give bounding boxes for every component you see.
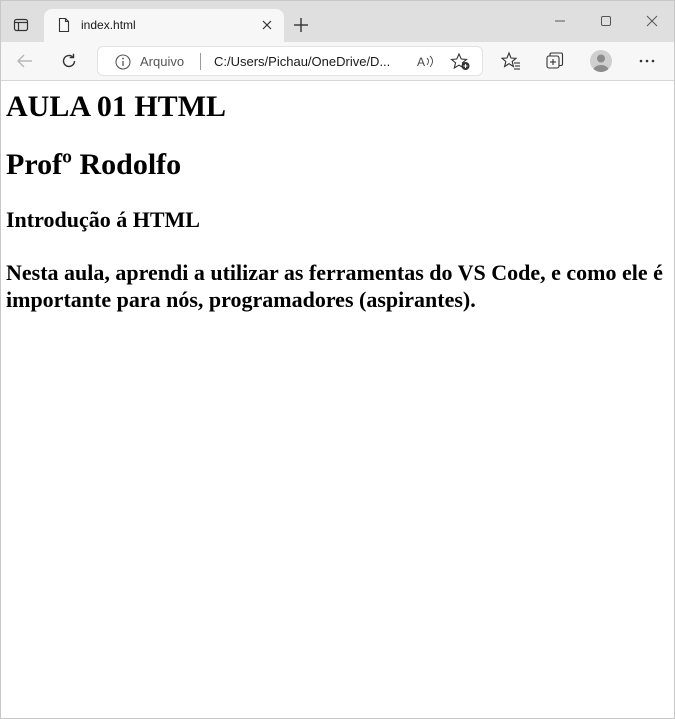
info-icon[interactable]	[114, 53, 132, 71]
profile-button[interactable]	[587, 47, 615, 75]
tab-actions-button[interactable]	[7, 11, 35, 39]
read-aloud-icon[interactable]: A	[414, 52, 436, 72]
profile-icon	[590, 50, 612, 72]
address-separator	[200, 53, 201, 70]
section-heading: Introdução á HTML	[6, 207, 200, 232]
plus-icon	[294, 18, 308, 32]
new-tab-button[interactable]	[288, 12, 314, 38]
collections-button[interactable]	[541, 47, 569, 75]
refresh-icon	[62, 53, 76, 68]
document-icon	[58, 17, 70, 33]
arrow-left-icon	[17, 54, 32, 68]
favorites-icon	[501, 51, 520, 70]
maximize-button[interactable]	[590, 7, 622, 35]
address-bar[interactable]: Arquivo C:/Users/Pichau/OneDrive/D... A	[97, 46, 483, 76]
page-subheading: Profº Rodolfo	[6, 148, 182, 181]
url-text[interactable]: C:/Users/Pichau/OneDrive/D...	[214, 54, 406, 69]
tab-strip: index.html	[1, 1, 674, 42]
close-tab-button[interactable]	[256, 14, 278, 36]
close-icon	[262, 20, 272, 30]
security-label[interactable]: Arquivo	[140, 54, 184, 69]
close-icon	[646, 15, 658, 27]
minimize-button[interactable]	[544, 7, 576, 35]
more-icon	[639, 59, 655, 63]
minimize-icon	[555, 20, 565, 22]
tab-title: index.html	[81, 18, 136, 32]
svg-text:A: A	[417, 55, 425, 69]
browser-window: index.html Arquivo C:/Users/Pichau/OneDr…	[0, 0, 675, 719]
close-window-button[interactable]	[636, 7, 668, 35]
toolbar: Arquivo C:/Users/Pichau/OneDrive/D... A	[1, 42, 674, 81]
page-heading: AULA 01 HTML	[6, 90, 227, 123]
page-content: AULA 01 HTML Profº Rodolfo Introdução á …	[1, 82, 674, 718]
back-button[interactable]	[11, 47, 39, 75]
maximize-icon	[601, 16, 611, 26]
more-button[interactable]	[633, 47, 661, 75]
collections-icon	[546, 52, 564, 69]
tab-actions-icon	[13, 18, 29, 32]
tab-index-html[interactable]: index.html	[44, 9, 284, 42]
favorites-button[interactable]	[497, 47, 525, 75]
star-add-icon[interactable]	[450, 52, 472, 72]
page-paragraph: Nesta aula, aprendi a utilizar as ferram…	[6, 260, 663, 312]
refresh-button[interactable]	[55, 47, 83, 75]
